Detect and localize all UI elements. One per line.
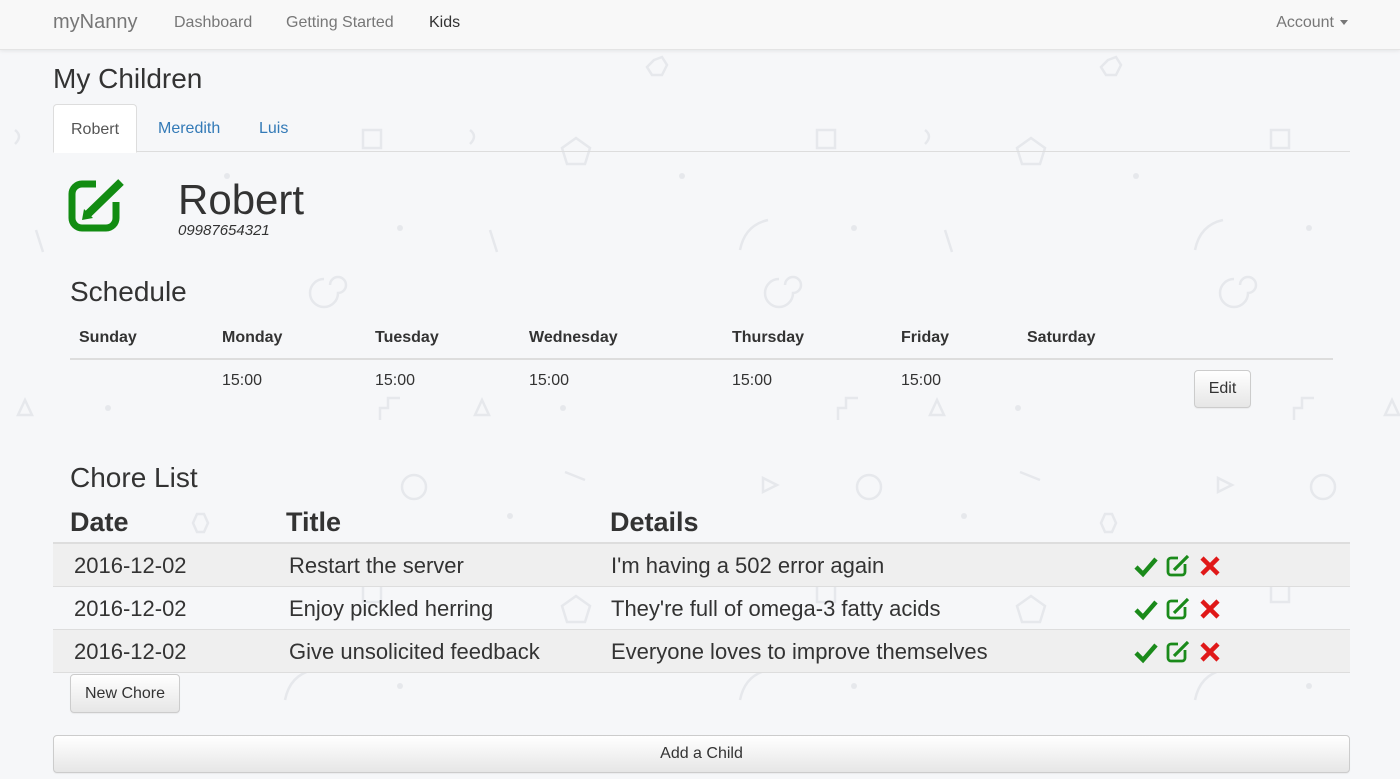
chore-title: Restart the server bbox=[289, 553, 464, 578]
chore-table: 2016-12-02 Restart the server I'm having… bbox=[53, 542, 1350, 673]
time-friday: 15:00 bbox=[901, 372, 942, 389]
edit-icon[interactable] bbox=[1166, 640, 1190, 664]
delete-icon[interactable] bbox=[1198, 554, 1222, 578]
caret-down-icon bbox=[1340, 20, 1348, 26]
edit-square-icon[interactable] bbox=[68, 176, 128, 232]
chore-details: I'm having a 502 error again bbox=[611, 553, 885, 578]
check-icon[interactable] bbox=[1134, 597, 1158, 621]
tab-luis[interactable]: Luis bbox=[242, 104, 305, 152]
account-dropdown[interactable]: Account bbox=[1276, 14, 1348, 32]
day-header-friday: Friday bbox=[901, 329, 950, 346]
chore-date: 2016-12-02 bbox=[74, 596, 187, 621]
add-child-button[interactable]: Add a Child bbox=[53, 735, 1350, 773]
day-header-monday: Monday bbox=[222, 329, 283, 346]
brand-logo[interactable]: myNanny bbox=[53, 11, 137, 34]
child-tabs: Robert Meredith Luis bbox=[53, 104, 1350, 153]
time-wednesday: 15:00 bbox=[529, 372, 570, 389]
child-phone: 09987654321 bbox=[178, 222, 270, 239]
main-content: My Children Robert Meredith Luis Robert … bbox=[0, 0, 1400, 779]
schedule-title: Schedule bbox=[70, 276, 187, 307]
chore-details: They're full of omega-3 fatty acids bbox=[611, 596, 941, 621]
tab-meredith[interactable]: Meredith bbox=[141, 104, 237, 152]
column-header-details: Details bbox=[610, 507, 699, 537]
child-name: Robert bbox=[178, 176, 305, 223]
edit-schedule-button[interactable]: Edit bbox=[1194, 370, 1251, 408]
chore-title: Enjoy pickled herring bbox=[289, 596, 494, 621]
chore-date: 2016-12-02 bbox=[74, 639, 187, 664]
nav-link-dashboard[interactable]: Dashboard bbox=[174, 14, 252, 32]
new-chore-button[interactable]: New Chore bbox=[70, 674, 180, 713]
check-icon[interactable] bbox=[1134, 554, 1158, 578]
time-monday: 15:00 bbox=[222, 372, 263, 389]
table-row: 2016-12-02 Restart the server I'm having… bbox=[53, 544, 1350, 587]
tab-robert[interactable]: Robert bbox=[53, 104, 138, 153]
day-header-sunday: Sunday bbox=[79, 329, 137, 346]
delete-icon[interactable] bbox=[1198, 597, 1222, 621]
edit-icon[interactable] bbox=[1166, 597, 1190, 621]
time-thursday: 15:00 bbox=[732, 372, 773, 389]
day-header-thursday: Thursday bbox=[732, 329, 805, 346]
day-header-saturday: Saturday bbox=[1027, 329, 1096, 346]
day-header-wednesday: Wednesday bbox=[529, 329, 618, 346]
page-title: My Children bbox=[53, 63, 203, 94]
time-tuesday: 15:00 bbox=[375, 372, 416, 389]
column-header-date: Date bbox=[70, 507, 129, 537]
delete-icon[interactable] bbox=[1198, 640, 1222, 664]
nav-link-kids[interactable]: Kids bbox=[429, 14, 460, 32]
chore-details: Everyone loves to improve themselves bbox=[611, 639, 988, 664]
chore-list-title: Chore List bbox=[70, 462, 198, 493]
table-row: 2016-12-02 Give unsolicited feedback Eve… bbox=[53, 630, 1350, 673]
nav-link-getting-started[interactable]: Getting Started bbox=[286, 14, 394, 32]
check-icon[interactable] bbox=[1134, 640, 1158, 664]
top-navbar: myNanny Dashboard Getting Started Kids A… bbox=[0, 0, 1400, 50]
account-label: Account bbox=[1276, 14, 1334, 31]
schedule-divider bbox=[70, 358, 1333, 360]
edit-icon[interactable] bbox=[1166, 554, 1190, 578]
chore-date: 2016-12-02 bbox=[74, 553, 187, 578]
chore-title: Give unsolicited feedback bbox=[289, 639, 540, 664]
column-header-title: Title bbox=[286, 507, 342, 537]
day-header-tuesday: Tuesday bbox=[375, 329, 439, 346]
table-row: 2016-12-02 Enjoy pickled herring They're… bbox=[53, 587, 1350, 630]
